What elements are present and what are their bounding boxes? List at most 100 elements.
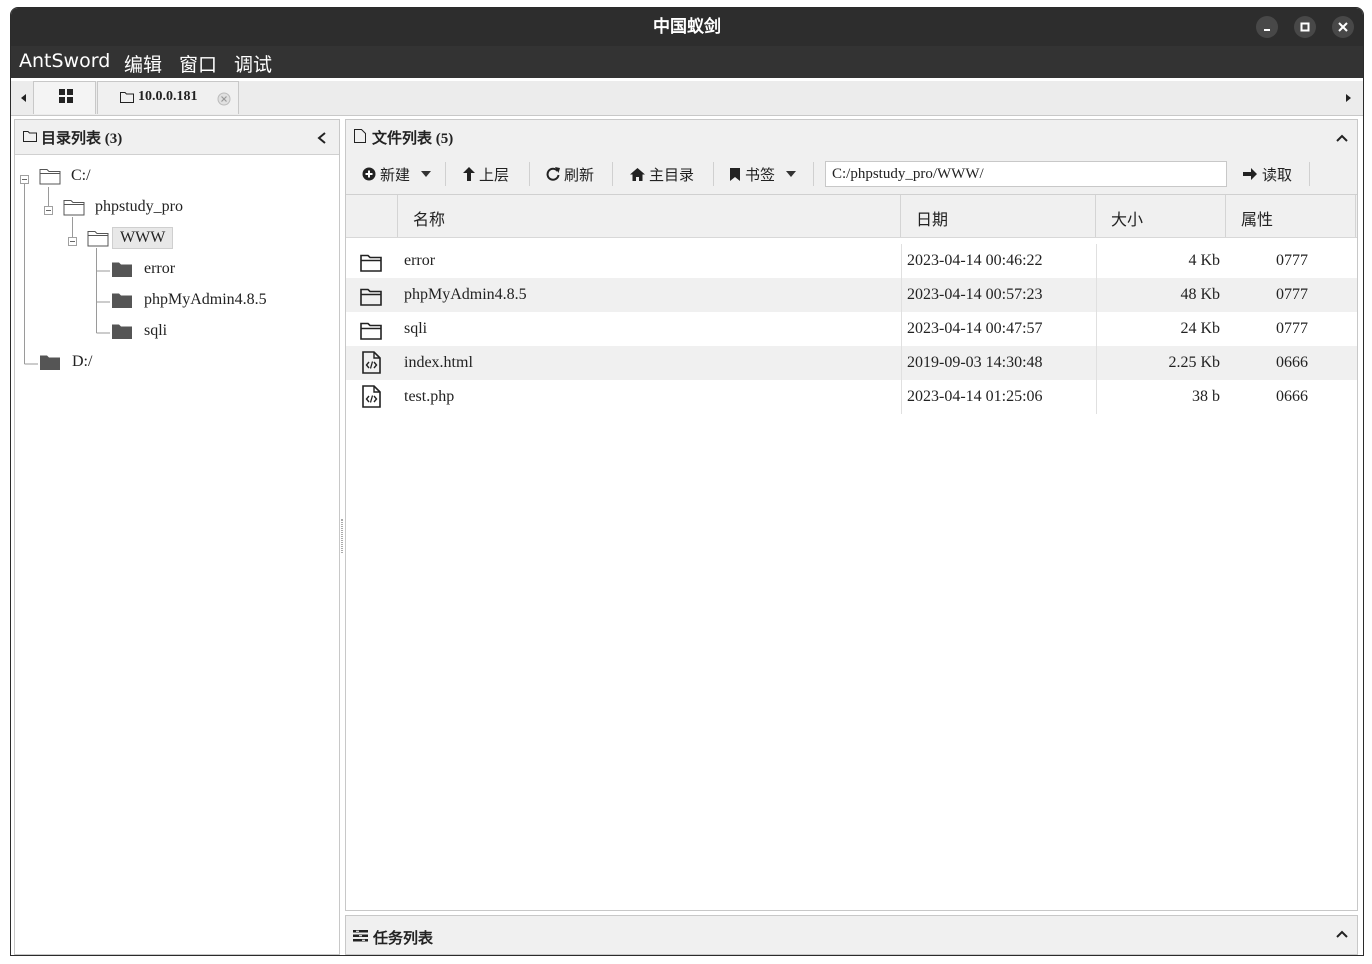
- collapse-c-toggle[interactable]: [20, 175, 29, 184]
- new-button[interactable]: 新建: [362, 154, 432, 194]
- code-file-icon: [362, 385, 381, 419]
- minimize-icon: [1264, 29, 1270, 31]
- caret-down-icon: [421, 171, 432, 177]
- tab-shell[interactable]: 10.0.0.181: [97, 81, 239, 114]
- file-icon: [354, 129, 366, 143]
- folder-open-icon: [39, 169, 61, 185]
- file-attr: 0777: [1276, 320, 1308, 337]
- home-label: 主目录: [649, 167, 695, 184]
- tree-label: phpMyAdmin4.8.5: [144, 291, 267, 308]
- maximize-icon: [1300, 22, 1310, 32]
- window-title: 中国蚁剑: [653, 17, 721, 37]
- row-divider: [901, 244, 902, 414]
- name-column-label: 名称: [413, 210, 446, 229]
- menu-window[interactable]: 窗口: [179, 50, 217, 77]
- directory-panel-header: 目录列表 (3): [15, 120, 339, 155]
- file-panel-title: 文件列表 (5): [372, 131, 454, 147]
- tab-close-icon[interactable]: [217, 92, 231, 106]
- expand-up-icon[interactable]: [1336, 929, 1348, 939]
- file-toolbar: 新建 上层 刷新 主目录 书签 C:/phpstudy_pro/WWW/ 读取: [346, 154, 1357, 195]
- tree-node-sqli[interactable]: sqli: [111, 317, 167, 345]
- tree-node-c-drive[interactable]: C:/: [39, 162, 91, 190]
- file-panel-header: 文件列表 (5): [346, 120, 1357, 155]
- tab-home[interactable]: [33, 81, 96, 114]
- tab-bar: 10.0.0.181: [11, 81, 1363, 116]
- arrow-right-icon: [1243, 168, 1257, 180]
- tree-node-phpstudy-pro[interactable]: phpstudy_pro: [63, 193, 183, 221]
- file-date: 2019-09-03 14:30:48: [907, 354, 1043, 371]
- bookmark-label: 书签: [745, 167, 776, 184]
- tree-node-phpmyadmin[interactable]: phpMyAdmin4.8.5: [111, 286, 267, 314]
- file-name: test.php: [404, 388, 455, 405]
- file-name: index.html: [404, 354, 473, 371]
- collapse-phpstudy-toggle[interactable]: [44, 206, 53, 215]
- file-size: 4 Kb: [1188, 252, 1220, 269]
- file-date: 2023-04-14 00:57:23: [907, 286, 1043, 303]
- table-row[interactable]: index.html 2019-09-03 14:30:48 2.25 Kb 0…: [346, 346, 1357, 380]
- file-name: phpMyAdmin4.8.5: [404, 286, 527, 303]
- tab-scroll-left[interactable]: [14, 81, 34, 115]
- tree-node-d-drive[interactable]: D:/: [39, 348, 92, 376]
- caret-left-icon: [21, 94, 26, 102]
- title-bar: 中国蚁剑: [11, 8, 1363, 46]
- close-icon: [1338, 22, 1348, 32]
- file-attr: 0666: [1276, 388, 1308, 405]
- file-date: 2023-04-14 01:25:06: [907, 388, 1043, 405]
- file-date: 2023-04-14 00:47:57: [907, 320, 1043, 337]
- file-size: 2.25 Kb: [1168, 354, 1220, 371]
- home-icon: [630, 167, 645, 181]
- file-grid-header: 名称 日期 大小 属性: [346, 195, 1357, 238]
- file-date: 2023-04-14 00:46:22: [907, 252, 1043, 269]
- name-column-header[interactable]: 名称: [398, 195, 901, 237]
- path-input[interactable]: [825, 161, 1227, 187]
- tree-label: error: [144, 260, 176, 277]
- up-button[interactable]: 上层: [463, 154, 509, 194]
- home-button[interactable]: 主目录: [630, 154, 694, 194]
- directory-panel: 目录列表 (3) C:/ phpstudy_pro WWW error phpM…: [14, 119, 340, 955]
- attr-column-header[interactable]: 属性: [1226, 195, 1356, 237]
- task-panel-title: 任务列表: [373, 931, 434, 947]
- tree-label-selected: WWW: [112, 227, 174, 249]
- icon-column-header: [346, 195, 398, 237]
- tab-scroll-right[interactable]: [1338, 81, 1358, 115]
- tree-node-www[interactable]: WWW: [87, 224, 174, 252]
- folder-icon: [40, 355, 60, 370]
- size-column-header[interactable]: 大小: [1096, 195, 1226, 237]
- collapse-left-icon[interactable]: [317, 132, 327, 144]
- table-row[interactable]: sqli 2023-04-14 00:47:57 24 Kb 0777: [346, 312, 1357, 346]
- close-button[interactable]: [1332, 16, 1354, 38]
- tasks-icon: [353, 930, 368, 942]
- size-column-label: 大小: [1111, 210, 1144, 229]
- attr-column-label: 属性: [1241, 210, 1274, 229]
- bookmark-button[interactable]: 书签: [730, 154, 797, 194]
- collapse-up-icon[interactable]: [1336, 133, 1348, 143]
- tab-shell-label: 10.0.0.181: [138, 89, 198, 104]
- table-row[interactable]: test.php 2023-04-14 01:25:06 38 b 0666: [346, 380, 1357, 414]
- table-row[interactable]: phpMyAdmin4.8.5 2023-04-14 00:57:23 48 K…: [346, 278, 1357, 312]
- menu-edit[interactable]: 编辑: [124, 50, 162, 77]
- caret-down-icon: [786, 171, 797, 177]
- menu-bar: AntSword 编辑 窗口 调试: [11, 46, 1363, 78]
- menu-antsword[interactable]: AntSword: [19, 50, 110, 72]
- table-row[interactable]: error 2023-04-14 00:46:22 4 Kb 0777: [346, 244, 1357, 278]
- date-column-header[interactable]: 日期: [901, 195, 1096, 237]
- refresh-icon: [546, 167, 560, 181]
- folder-icon: [112, 262, 132, 277]
- new-label: 新建: [380, 167, 411, 184]
- tree-label: phpstudy_pro: [95, 198, 183, 215]
- tree-label: D:/: [72, 353, 93, 370]
- folder-outline-icon: [120, 92, 134, 103]
- task-panel: 任务列表: [345, 915, 1358, 955]
- refresh-label: 刷新: [564, 167, 595, 184]
- read-button[interactable]: 读取: [1243, 154, 1292, 194]
- folder-outline-icon: [23, 131, 37, 142]
- maximize-button[interactable]: [1294, 16, 1316, 38]
- minimize-button[interactable]: [1256, 16, 1278, 38]
- grid-icon: [59, 89, 73, 103]
- menu-debug[interactable]: 调试: [234, 50, 272, 77]
- read-label: 读取: [1262, 167, 1293, 184]
- file-attr: 0777: [1276, 286, 1308, 303]
- tree-node-error[interactable]: error: [111, 255, 175, 283]
- refresh-button[interactable]: 刷新: [546, 154, 594, 194]
- collapse-www-toggle[interactable]: [68, 237, 77, 246]
